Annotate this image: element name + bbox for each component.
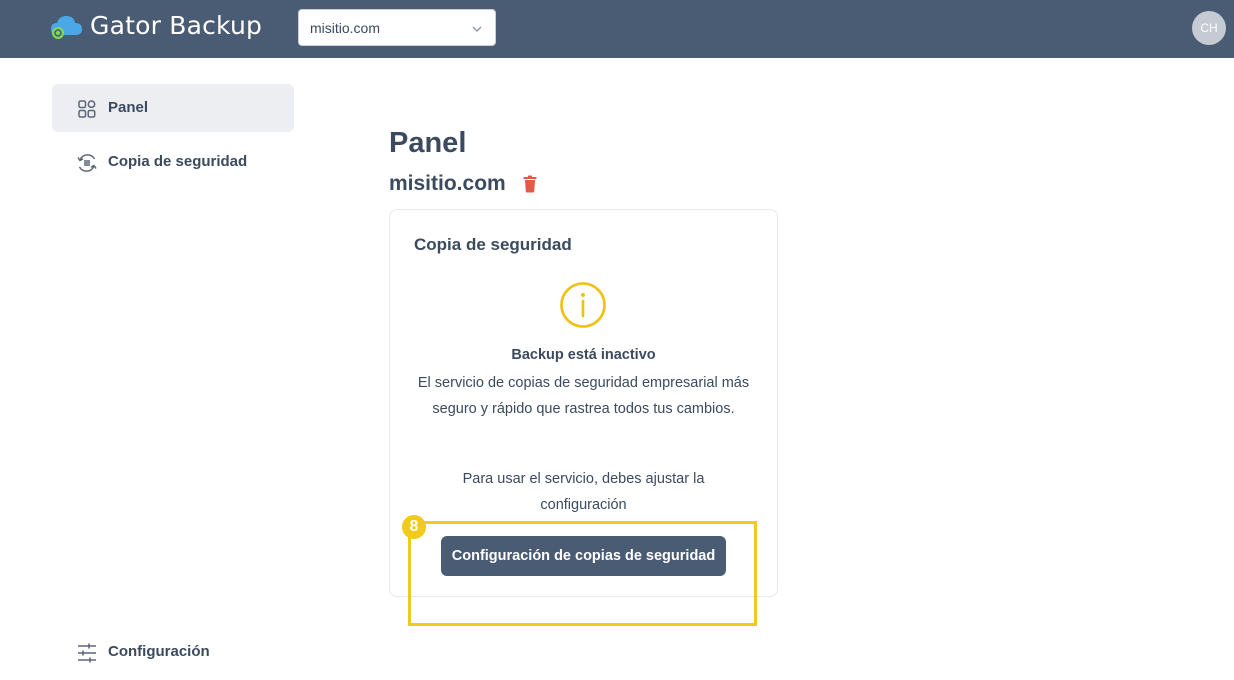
- sidebar-item-label: Panel: [108, 99, 149, 116]
- site-name: misitio.com: [389, 172, 506, 195]
- sidebar-item-label: Configuración: [108, 643, 210, 660]
- top-bar: Gator Backup misitio.com CH: [0, 0, 1234, 58]
- sliders-settings-icon: [76, 642, 98, 664]
- step-highlight-box: [408, 521, 757, 626]
- site-selector-value: misitio.com: [310, 20, 381, 36]
- sidebar-item-label: Copia de seguridad: [108, 153, 248, 170]
- sidebar-item-backup[interactable]: Copia de seguridad: [52, 138, 294, 186]
- app-brand[interactable]: Gator Backup: [90, 11, 262, 40]
- sidebar-item-panel[interactable]: Panel: [52, 84, 294, 132]
- backup-status: Backup está inactivo: [511, 347, 656, 363]
- setup-instruction: Para usar el servicio, debes ajustar la …: [462, 471, 705, 513]
- info-circle-icon: [559, 281, 607, 329]
- service-description: El servicio de copias de seguridad empre…: [417, 375, 750, 417]
- step-number-badge: 8: [402, 515, 426, 539]
- page-title: Panel: [389, 127, 467, 159]
- sidebar-item-settings[interactable]: Configuración: [52, 628, 294, 676]
- trash-icon[interactable]: [522, 175, 538, 193]
- site-selector[interactable]: misitio.com: [298, 9, 496, 46]
- dashboard-grid-icon: [76, 98, 98, 120]
- chevron-down-icon: [471, 22, 483, 34]
- card-title: Copia de seguridad: [414, 235, 572, 254]
- backup-sync-icon: [76, 152, 98, 174]
- gator-backup-logo-icon[interactable]: [50, 12, 84, 42]
- user-avatar[interactable]: CH: [1192, 11, 1226, 45]
